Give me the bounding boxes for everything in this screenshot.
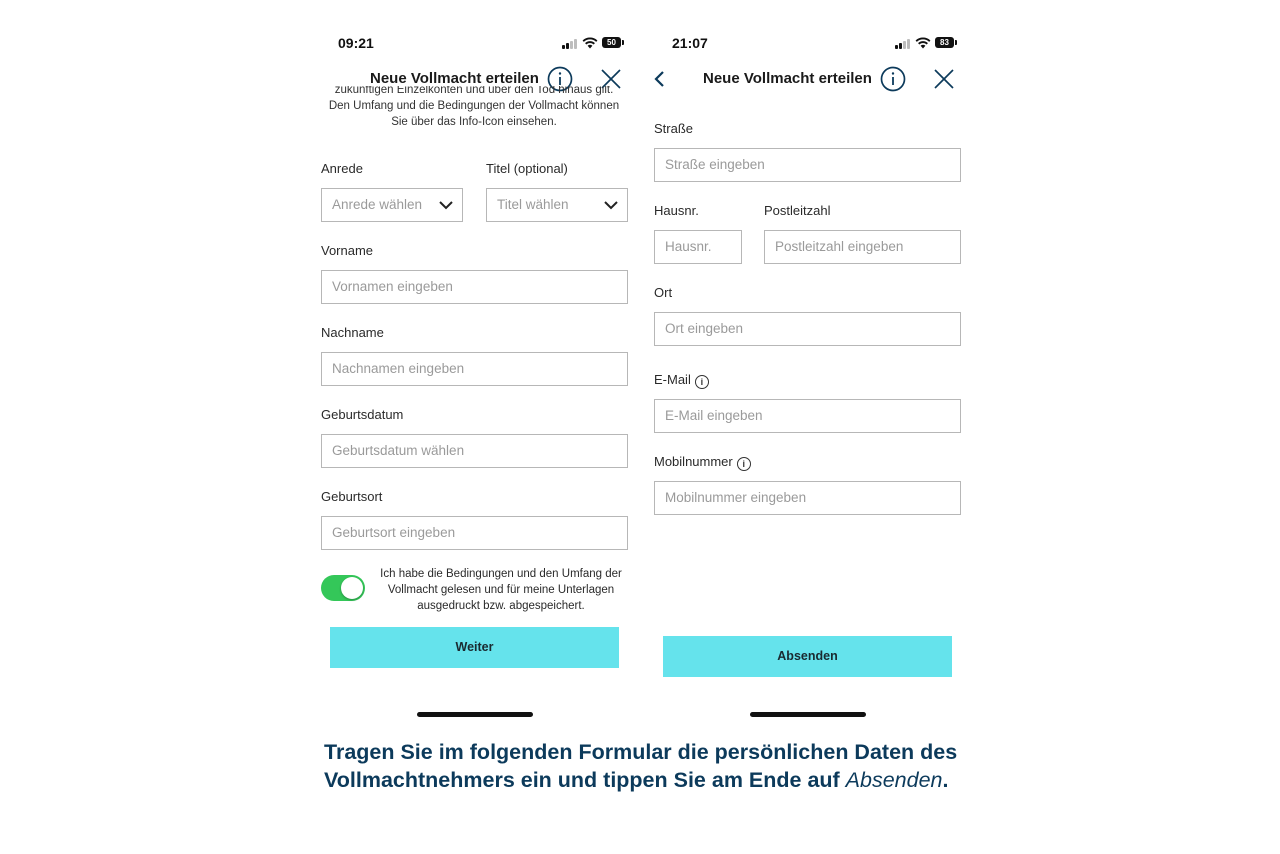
email-label-text: E-Mail	[654, 372, 691, 387]
info-icon[interactable]: i	[694, 375, 709, 389]
consent-line: Ich habe die Bedingungen und den Umfang …	[380, 568, 622, 580]
caption-end: .	[942, 768, 949, 792]
ort-input[interactable]	[665, 313, 950, 344]
consent-line: ausgedruckt bzw. abgespeichert.	[417, 600, 585, 612]
phone-screen-left: 09:21 50 Neue Vollmacht erteilen zukünft…	[314, 0, 634, 730]
page-title: Neue Vollmacht erteilen	[703, 70, 872, 87]
phone-screen-right: 21:07 83 Neue Vollmacht erteilen Straße …	[647, 0, 967, 730]
wifi-icon	[915, 37, 931, 49]
signal-icon	[895, 38, 911, 49]
email-field[interactable]	[654, 399, 961, 433]
status-icons: 50	[562, 36, 626, 50]
battery-icon: 50	[602, 37, 624, 48]
vorname-field[interactable]	[321, 270, 628, 304]
vorname-label: Vorname	[321, 243, 374, 258]
status-time: 21:07	[672, 35, 708, 51]
anrede-label: Anrede	[321, 161, 363, 176]
nachname-field[interactable]	[321, 352, 628, 386]
absenden-button[interactable]: Absenden	[663, 636, 952, 677]
intro-text: zukünftigen Einzelkonten und über den To…	[314, 86, 634, 136]
mobil-label-text: Mobilnummer	[654, 454, 733, 469]
plz-input[interactable]	[775, 231, 950, 262]
info-icon[interactable]: i	[736, 457, 751, 471]
status-icons: 83	[895, 36, 959, 50]
intro-line: Sie über das Info-Icon einsehen.	[391, 116, 557, 128]
chevron-down-icon	[604, 201, 618, 210]
hausnr-field[interactable]	[654, 230, 742, 264]
chevron-left-icon[interactable]	[648, 66, 674, 92]
geburtsort-label: Geburtsort	[321, 489, 383, 504]
mobil-label: Mobilnummer i	[654, 454, 751, 471]
caption-line: Vollmachtnehmers ein und tippen Sie am E…	[324, 766, 964, 794]
nachname-input[interactable]	[332, 353, 617, 384]
mobil-field[interactable]	[654, 481, 961, 515]
geburtsdatum-placeholder: Geburtsdatum wählen	[332, 443, 465, 458]
email-input[interactable]	[665, 400, 950, 431]
signal-icon	[562, 38, 578, 49]
titel-select[interactable]: Titel wählen	[486, 188, 628, 222]
mobil-input[interactable]	[665, 482, 950, 513]
hausnr-label: Hausnr.	[654, 203, 699, 218]
anrede-select[interactable]: Anrede wählen	[321, 188, 463, 222]
nachname-label: Nachname	[321, 325, 384, 340]
chevron-down-icon	[439, 201, 453, 210]
ort-label: Ort	[654, 285, 673, 300]
page-title: Neue Vollmacht erteilen	[370, 70, 539, 87]
email-label: E-Mail i	[654, 372, 709, 389]
geburtsdatum-field[interactable]: Geburtsdatum wählen	[321, 434, 628, 468]
home-indicator	[750, 712, 866, 717]
home-indicator	[417, 712, 533, 717]
strasse-label: Straße	[654, 121, 694, 136]
info-circle-icon[interactable]	[880, 66, 906, 92]
vorname-input[interactable]	[332, 271, 617, 302]
instruction-caption: Tragen Sie im folgenden Formular die per…	[324, 738, 964, 794]
hausnr-input[interactable]	[665, 231, 731, 262]
close-icon[interactable]	[931, 66, 957, 92]
status-time: 09:21	[338, 35, 374, 51]
intro-line: zukünftigen Einzelkonten und über den To…	[334, 86, 614, 96]
caption-line: Tragen Sie im folgenden Formular die per…	[324, 740, 958, 764]
geburtsort-input[interactable]	[332, 517, 617, 548]
titel-placeholder: Titel wählen	[497, 197, 569, 212]
caption-emphasis: Absenden	[845, 768, 943, 792]
battery-icon: 83	[935, 37, 957, 48]
consent-line: Vollmacht gelesen und für meine Unterlag…	[387, 584, 615, 596]
weiter-button[interactable]: Weiter	[330, 627, 619, 668]
titel-label: Titel (optional)	[486, 161, 568, 176]
plz-field[interactable]	[764, 230, 961, 264]
anrede-placeholder: Anrede wählen	[332, 197, 423, 212]
intro-line: Den Umfang und die Bedingungen der Vollm…	[328, 100, 620, 112]
strasse-input[interactable]	[665, 149, 950, 180]
ort-field[interactable]	[654, 312, 961, 346]
consent-toggle[interactable]	[321, 575, 365, 601]
geburtsort-field[interactable]	[321, 516, 628, 550]
consent-text: Ich habe die Bedingungen und den Umfang …	[372, 566, 630, 614]
caption-text: Vollmachtnehmers ein und tippen Sie am E…	[324, 768, 846, 792]
strasse-field[interactable]	[654, 148, 961, 182]
toggle-knob	[341, 577, 363, 599]
wifi-icon	[582, 37, 598, 49]
geburtsdatum-label: Geburtsdatum	[321, 407, 404, 422]
plz-label: Postleitzahl	[764, 203, 831, 218]
